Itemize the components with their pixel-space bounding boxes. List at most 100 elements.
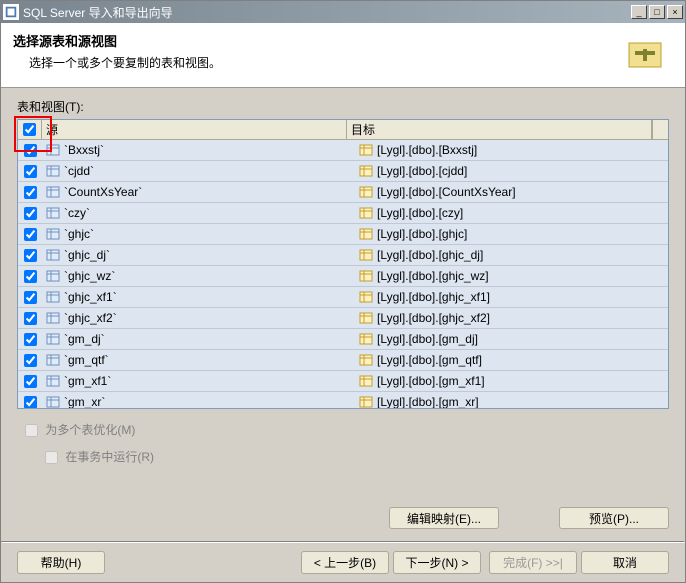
help-button[interactable]: 帮助(H): [17, 551, 105, 574]
row-checkbox[interactable]: [24, 270, 37, 283]
row-checkbox[interactable]: [24, 144, 37, 157]
minimize-button[interactable]: _: [631, 5, 647, 19]
row-checkbox[interactable]: [24, 354, 37, 367]
column-source[interactable]: 源: [42, 120, 347, 139]
source-name: `ghjc_wz`: [64, 269, 115, 283]
source-name: `gm_qtf`: [64, 353, 109, 367]
target-name: [Lygl].[dbo].[ghjc_xf1]: [377, 290, 490, 304]
source-name: `ghjc_xf1`: [64, 290, 117, 304]
titlebar: SQL Server 导入和导出向导 _ □ ×: [1, 1, 685, 23]
table-icon: [359, 164, 373, 178]
select-all-checkbox[interactable]: [23, 123, 36, 136]
table-row[interactable]: `ghjc_wz` [Lygl].[dbo].[ghjc_wz]: [18, 266, 668, 287]
table-icon: [46, 227, 60, 241]
row-checkbox[interactable]: [24, 186, 37, 199]
table-row[interactable]: `gm_xf1`[Lygl].[dbo].[gm_xf1]: [18, 371, 668, 392]
row-checkbox[interactable]: [24, 375, 37, 388]
table-grid: 源 目标 `Bxxstj` [Lygl].[dbo].[Bxxstj] `cjdd`…: [17, 119, 669, 409]
source-name: `CountXsYear`: [64, 185, 142, 199]
row-checkbox[interactable]: [24, 207, 37, 220]
cancel-button[interactable]: 取消: [581, 551, 669, 574]
target-name: [Lygl].[dbo].[gm_xr]: [377, 395, 479, 408]
next-button[interactable]: 下一步(N) >: [393, 551, 481, 574]
transaction-checkbox: [45, 451, 58, 464]
table-row[interactable]: `ghjc_xf1` [Lygl].[dbo].[ghjc_xf1]: [18, 287, 668, 308]
target-name: [Lygl].[dbo].[gm_qtf]: [377, 353, 482, 367]
table-icon: [46, 311, 60, 325]
target-name: [Lygl].[dbo].[Bxxstj]: [377, 143, 477, 157]
table-icon: [359, 227, 373, 241]
finish-button: 完成(F) >>|: [489, 551, 577, 574]
table-row[interactable]: `cjdd` [Lygl].[dbo].[cjdd]: [18, 161, 668, 182]
table-icon: [359, 269, 373, 283]
column-target[interactable]: 目标: [347, 120, 652, 139]
table-icon: [359, 185, 373, 199]
table-row[interactable]: `gm_qtf` [Lygl].[dbo].[gm_qtf]: [18, 350, 668, 371]
source-name: `ghjc`: [64, 227, 94, 241]
footer: 帮助(H) < 上一步(B) 下一步(N) > 完成(F) >>| 取消: [1, 543, 685, 582]
table-icon: [46, 353, 60, 367]
table-row[interactable]: `ghjc_dj` [Lygl].[dbo].[ghjc_dj]: [18, 245, 668, 266]
table-row[interactable]: `ghjc` [Lygl].[dbo].[ghjc]: [18, 224, 668, 245]
row-checkbox[interactable]: [24, 396, 37, 409]
page-subtitle: 选择一个或多个要复制的表和视图。: [13, 54, 621, 71]
table-icon: [359, 206, 373, 220]
source-name: `cjdd`: [64, 164, 94, 178]
source-name: `Bxxstj`: [64, 143, 104, 157]
target-name: [Lygl].[dbo].[ghjc_wz]: [377, 269, 489, 283]
table-icon: [359, 311, 373, 325]
table-row[interactable]: `czy` [Lygl].[dbo].[czy]: [18, 203, 668, 224]
table-row[interactable]: `ghjc_xf2`[Lygl].[dbo].[ghjc_xf2]: [18, 308, 668, 329]
table-icon: [359, 332, 373, 346]
table-icon: [46, 269, 60, 283]
table-icon: [359, 290, 373, 304]
window-title: SQL Server 导入和导出向导: [23, 4, 173, 21]
row-checkbox[interactable]: [24, 333, 37, 346]
source-name: `ghjc_dj`: [64, 248, 110, 262]
table-icon: [46, 395, 60, 408]
row-checkbox[interactable]: [24, 165, 37, 178]
table-icon: [46, 374, 60, 388]
target-name: [Lygl].[dbo].[cjdd]: [377, 164, 467, 178]
select-all-cell[interactable]: [18, 120, 42, 139]
close-button[interactable]: ×: [667, 5, 683, 19]
table-icon: [46, 143, 60, 157]
source-name: `czy`: [64, 206, 90, 220]
table-icon: [359, 374, 373, 388]
row-checkbox[interactable]: [24, 249, 37, 262]
table-icon: [46, 290, 60, 304]
table-icon: [46, 248, 60, 262]
row-checkbox[interactable]: [24, 312, 37, 325]
table-row[interactable]: `CountXsYear` [Lygl].[dbo].[CountXsYear]: [18, 182, 668, 203]
optimize-checkbox: [25, 424, 38, 437]
maximize-button[interactable]: □: [649, 5, 665, 19]
edit-mapping-button[interactable]: 编辑映射(E)...: [389, 507, 499, 529]
mapping-buttons: 编辑映射(E)... 预览(P)...: [1, 501, 685, 541]
target-name: [Lygl].[dbo].[ghjc]: [377, 227, 467, 241]
table-row[interactable]: `gm_dj` [Lygl].[dbo].[gm_dj]: [18, 329, 668, 350]
source-name: `gm_dj`: [64, 332, 105, 346]
table-row[interactable]: `Bxxstj` [Lygl].[dbo].[Bxxstj]: [18, 140, 668, 161]
target-name: [Lygl].[dbo].[ghjc_dj]: [377, 248, 483, 262]
table-icon: [46, 206, 60, 220]
table-body[interactable]: `Bxxstj` [Lygl].[dbo].[Bxxstj] `cjdd` [Lygl…: [18, 140, 668, 408]
page-title: 选择源表和源视图: [13, 31, 621, 50]
preview-button[interactable]: 预览(P)...: [559, 507, 669, 529]
source-name: `gm_xf1`: [64, 374, 111, 388]
table-icon: [359, 395, 373, 408]
table-icon: [46, 164, 60, 178]
table-icon: [359, 143, 373, 157]
row-checkbox[interactable]: [24, 291, 37, 304]
table-label: 表和视图(T):: [17, 98, 669, 115]
target-name: [Lygl].[dbo].[gm_dj]: [377, 332, 478, 346]
target-name: [Lygl].[dbo].[ghjc_xf2]: [377, 311, 490, 325]
back-button[interactable]: < 上一步(B): [301, 551, 389, 574]
row-checkbox[interactable]: [24, 228, 37, 241]
target-name: [Lygl].[dbo].[CountXsYear]: [377, 185, 516, 199]
content-area: 表和视图(T): 源 目标 `Bxxstj` [Lygl].[dbo].[Bxxs…: [1, 88, 685, 501]
target-name: [Lygl].[dbo].[czy]: [377, 206, 463, 220]
table-header: 源 目标: [18, 120, 668, 140]
table-row[interactable]: `gm_xr` [Lygl].[dbo].[gm_xr]: [18, 392, 668, 408]
options-area: 为多个表优化(M) 在事务中运行(R): [17, 421, 669, 475]
source-name: `gm_xr`: [64, 395, 105, 408]
